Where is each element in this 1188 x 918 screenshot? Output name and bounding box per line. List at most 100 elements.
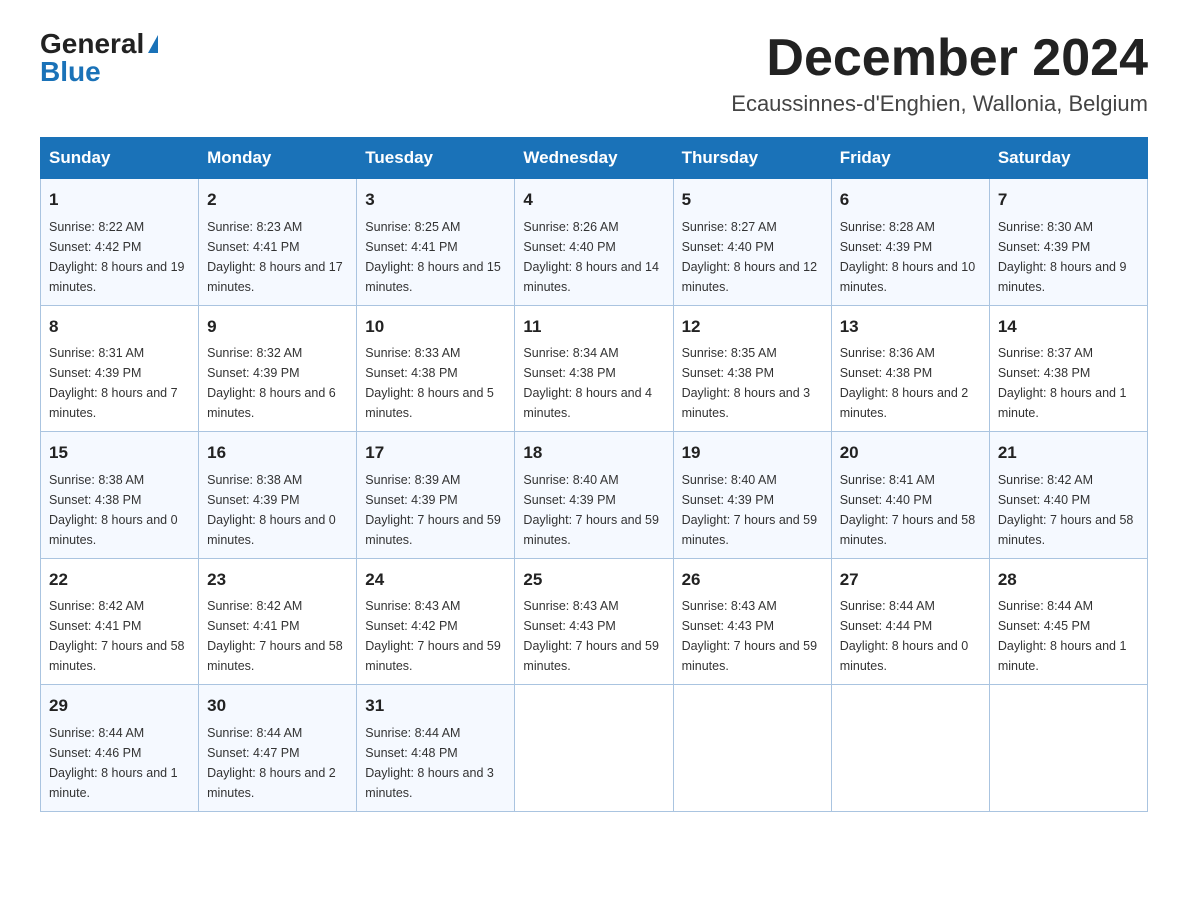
day-number: 12 (682, 314, 823, 340)
calendar-cell: 10 Sunrise: 8:33 AMSunset: 4:38 PMDayligh… (357, 305, 515, 432)
day-info: Sunrise: 8:22 AMSunset: 4:42 PMDaylight:… (49, 217, 190, 297)
logo-blue-text: Blue (40, 58, 101, 86)
title-area: December 2024 Ecaussinnes-d'Enghien, Wal… (731, 30, 1148, 117)
day-info: Sunrise: 8:35 AMSunset: 4:38 PMDaylight:… (682, 343, 823, 423)
day-info: Sunrise: 8:30 AMSunset: 4:39 PMDaylight:… (998, 217, 1139, 297)
day-number: 21 (998, 440, 1139, 466)
day-number: 9 (207, 314, 348, 340)
calendar-cell: 16 Sunrise: 8:38 AMSunset: 4:39 PMDayligh… (199, 432, 357, 559)
day-info: Sunrise: 8:44 AMSunset: 4:45 PMDaylight:… (998, 596, 1139, 676)
day-info: Sunrise: 8:44 AMSunset: 4:48 PMDaylight:… (365, 723, 506, 803)
day-number: 13 (840, 314, 981, 340)
calendar-cell: 28 Sunrise: 8:44 AMSunset: 4:45 PMDayligh… (989, 558, 1147, 685)
calendar-cell: 21Sunrise: 8:42 AMSunset: 4:40 PMDayligh… (989, 432, 1147, 559)
calendar-cell (831, 685, 989, 812)
day-number: 31 (365, 693, 506, 719)
calendar-cell (515, 685, 673, 812)
day-number: 28 (998, 567, 1139, 593)
day-number: 3 (365, 187, 506, 213)
day-info: Sunrise: 8:26 AMSunset: 4:40 PMDaylight:… (523, 217, 664, 297)
day-number: 6 (840, 187, 981, 213)
header-monday: Monday (199, 138, 357, 179)
day-number: 17 (365, 440, 506, 466)
day-info: Sunrise: 8:40 AMSunset: 4:39 PMDaylight:… (682, 470, 823, 550)
calendar-cell: 14 Sunrise: 8:37 AMSunset: 4:38 PMDayligh… (989, 305, 1147, 432)
calendar-cell: 5 Sunrise: 8:27 AMSunset: 4:40 PMDaylight… (673, 179, 831, 306)
day-info: Sunrise: 8:43 AMSunset: 4:43 PMDaylight:… (523, 596, 664, 676)
day-number: 4 (523, 187, 664, 213)
day-info: Sunrise: 8:44 AMSunset: 4:44 PMDaylight:… (840, 596, 981, 676)
day-info: Sunrise: 8:38 AMSunset: 4:38 PMDaylight:… (49, 470, 190, 550)
page-header: General Blue December 2024 Ecaussinnes-d… (40, 30, 1148, 117)
header-tuesday: Tuesday (357, 138, 515, 179)
calendar-cell: 4 Sunrise: 8:26 AMSunset: 4:40 PMDaylight… (515, 179, 673, 306)
day-number: 23 (207, 567, 348, 593)
day-info: Sunrise: 8:44 AMSunset: 4:46 PMDaylight:… (49, 723, 190, 803)
header-friday: Friday (831, 138, 989, 179)
calendar-cell: 1Sunrise: 8:22 AMSunset: 4:42 PMDaylight… (41, 179, 199, 306)
week-row-2: 8 Sunrise: 8:31 AMSunset: 4:39 PMDaylight… (41, 305, 1148, 432)
calendar-cell: 27 Sunrise: 8:44 AMSunset: 4:44 PMDayligh… (831, 558, 989, 685)
day-info: Sunrise: 8:25 AMSunset: 4:41 PMDaylight:… (365, 217, 506, 297)
calendar-cell: 18Sunrise: 8:40 AMSunset: 4:39 PMDayligh… (515, 432, 673, 559)
day-info: Sunrise: 8:44 AMSunset: 4:47 PMDaylight:… (207, 723, 348, 803)
calendar-cell: 31 Sunrise: 8:44 AMSunset: 4:48 PMDayligh… (357, 685, 515, 812)
day-number: 25 (523, 567, 664, 593)
day-number: 16 (207, 440, 348, 466)
calendar-header-row: SundayMondayTuesdayWednesdayThursdayFrid… (41, 138, 1148, 179)
logo-triangle-icon (148, 35, 158, 53)
calendar-cell: 7Sunrise: 8:30 AMSunset: 4:39 PMDaylight… (989, 179, 1147, 306)
day-number: 8 (49, 314, 190, 340)
day-info: Sunrise: 8:39 AMSunset: 4:39 PMDaylight:… (365, 470, 506, 550)
day-info: Sunrise: 8:36 AMSunset: 4:38 PMDaylight:… (840, 343, 981, 423)
logo-general-text: General (40, 30, 144, 58)
day-info: Sunrise: 8:23 AMSunset: 4:41 PMDaylight:… (207, 217, 348, 297)
calendar-cell: 24 Sunrise: 8:43 AMSunset: 4:42 PMDayligh… (357, 558, 515, 685)
logo: General Blue (40, 30, 158, 86)
calendar-cell: 13 Sunrise: 8:36 AMSunset: 4:38 PMDayligh… (831, 305, 989, 432)
calendar-cell: 15Sunrise: 8:38 AMSunset: 4:38 PMDayligh… (41, 432, 199, 559)
header-thursday: Thursday (673, 138, 831, 179)
day-info: Sunrise: 8:40 AMSunset: 4:39 PMDaylight:… (523, 470, 664, 550)
calendar-cell: 23Sunrise: 8:42 AMSunset: 4:41 PMDayligh… (199, 558, 357, 685)
calendar-cell (989, 685, 1147, 812)
day-info: Sunrise: 8:41 AMSunset: 4:40 PMDaylight:… (840, 470, 981, 550)
day-number: 11 (523, 314, 664, 340)
calendar-cell: 29 Sunrise: 8:44 AMSunset: 4:46 PMDayligh… (41, 685, 199, 812)
day-number: 5 (682, 187, 823, 213)
day-number: 19 (682, 440, 823, 466)
header-sunday: Sunday (41, 138, 199, 179)
day-info: Sunrise: 8:33 AMSunset: 4:38 PMDaylight:… (365, 343, 506, 423)
day-info: Sunrise: 8:42 AMSunset: 4:41 PMDaylight:… (49, 596, 190, 676)
calendar-cell: 3 Sunrise: 8:25 AMSunset: 4:41 PMDaylight… (357, 179, 515, 306)
day-number: 14 (998, 314, 1139, 340)
calendar-cell: 9Sunrise: 8:32 AMSunset: 4:39 PMDaylight… (199, 305, 357, 432)
calendar-cell: 26Sunrise: 8:43 AMSunset: 4:43 PMDayligh… (673, 558, 831, 685)
week-row-3: 15Sunrise: 8:38 AMSunset: 4:38 PMDayligh… (41, 432, 1148, 559)
day-info: Sunrise: 8:27 AMSunset: 4:40 PMDaylight:… (682, 217, 823, 297)
calendar-cell: 11Sunrise: 8:34 AMSunset: 4:38 PMDayligh… (515, 305, 673, 432)
day-info: Sunrise: 8:37 AMSunset: 4:38 PMDaylight:… (998, 343, 1139, 423)
day-number: 27 (840, 567, 981, 593)
calendar-cell: 6 Sunrise: 8:28 AMSunset: 4:39 PMDaylight… (831, 179, 989, 306)
header-saturday: Saturday (989, 138, 1147, 179)
calendar-cell: 22 Sunrise: 8:42 AMSunset: 4:41 PMDayligh… (41, 558, 199, 685)
day-number: 22 (49, 567, 190, 593)
calendar-cell: 19 Sunrise: 8:40 AMSunset: 4:39 PMDayligh… (673, 432, 831, 559)
calendar-cell: 30Sunrise: 8:44 AMSunset: 4:47 PMDayligh… (199, 685, 357, 812)
calendar-cell: 17 Sunrise: 8:39 AMSunset: 4:39 PMDayligh… (357, 432, 515, 559)
day-info: Sunrise: 8:43 AMSunset: 4:42 PMDaylight:… (365, 596, 506, 676)
day-info: Sunrise: 8:38 AMSunset: 4:39 PMDaylight:… (207, 470, 348, 550)
day-number: 24 (365, 567, 506, 593)
calendar-table: SundayMondayTuesdayWednesdayThursdayFrid… (40, 137, 1148, 812)
header-wednesday: Wednesday (515, 138, 673, 179)
day-number: 20 (840, 440, 981, 466)
day-number: 10 (365, 314, 506, 340)
day-info: Sunrise: 8:31 AMSunset: 4:39 PMDaylight:… (49, 343, 190, 423)
calendar-cell: 25 Sunrise: 8:43 AMSunset: 4:43 PMDayligh… (515, 558, 673, 685)
day-info: Sunrise: 8:43 AMSunset: 4:43 PMDaylight:… (682, 596, 823, 676)
week-row-1: 1Sunrise: 8:22 AMSunset: 4:42 PMDaylight… (41, 179, 1148, 306)
day-info: Sunrise: 8:28 AMSunset: 4:39 PMDaylight:… (840, 217, 981, 297)
week-row-5: 29 Sunrise: 8:44 AMSunset: 4:46 PMDayligh… (41, 685, 1148, 812)
day-number: 29 (49, 693, 190, 719)
